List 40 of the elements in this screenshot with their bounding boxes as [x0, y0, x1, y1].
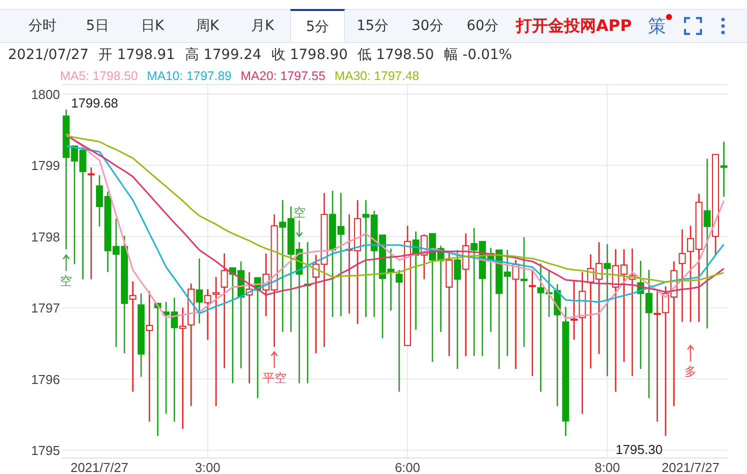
y-axis-label: 1798 — [31, 229, 60, 244]
y-axis-label: 1795 — [31, 443, 60, 458]
fullscreen-icon[interactable] — [684, 17, 702, 35]
quote-field: 低 1798.50 — [358, 46, 434, 64]
x-axis-label: 3:00 — [195, 460, 220, 474]
high-price-label: 1799.68 — [71, 96, 118, 111]
period-tab[interactable]: 5分 — [290, 9, 345, 42]
strategy-button[interactable]: 策 — [646, 14, 668, 38]
ma-legend-item: MA20: 1797.55 — [240, 68, 326, 82]
signal-label: 空 — [60, 274, 72, 288]
x-axis-label: 6:00 — [394, 460, 420, 474]
ma-legend-item: MA5: 1798.50 — [60, 68, 138, 82]
period-tab[interactable]: 分时 — [15, 10, 70, 42]
quote-field: 幅 -0.01% — [444, 46, 512, 64]
low-price-label: 1795.30 — [616, 442, 663, 457]
signal-label: 多 — [684, 364, 697, 378]
period-tab[interactable]: 周K — [180, 10, 235, 42]
open-app-link[interactable]: 打开金投网APP — [516, 16, 632, 36]
quote-field: 2021/07/27 — [8, 47, 89, 63]
period-tab[interactable]: 月K — [235, 10, 290, 42]
y-axis-label: 1799 — [31, 158, 60, 174]
signal-label: 平空 — [262, 370, 286, 385]
x-axis-label: 8:00 — [594, 460, 620, 474]
quote-field: 收 1798.90 — [271, 46, 348, 64]
quote-field: 开 1798.91 — [98, 46, 176, 64]
x-axis-label: 2021/7/27 — [662, 460, 720, 474]
y-axis-label: 1800 — [31, 86, 60, 102]
ma-legend-item: MA30: 1797.48 — [334, 68, 420, 82]
quote-field: 高 1799.24 — [185, 46, 262, 64]
period-tab[interactable]: 日K — [125, 10, 180, 42]
period-tab[interactable]: 15分 — [345, 10, 400, 42]
signal-label: 空 — [293, 205, 306, 220]
period-tab[interactable]: 60分 — [455, 10, 510, 42]
period-tab[interactable]: 5日 — [70, 10, 125, 42]
period-tab[interactable]: 30分 — [400, 10, 455, 42]
y-axis-label: 1797 — [31, 300, 60, 316]
ma-legend-item: MA10: 1797.89 — [146, 68, 232, 82]
x-axis-label: 2021/7/27 — [70, 460, 128, 474]
more-menu-icon[interactable] — [720, 17, 726, 35]
y-axis-label: 1796 — [31, 372, 60, 387]
